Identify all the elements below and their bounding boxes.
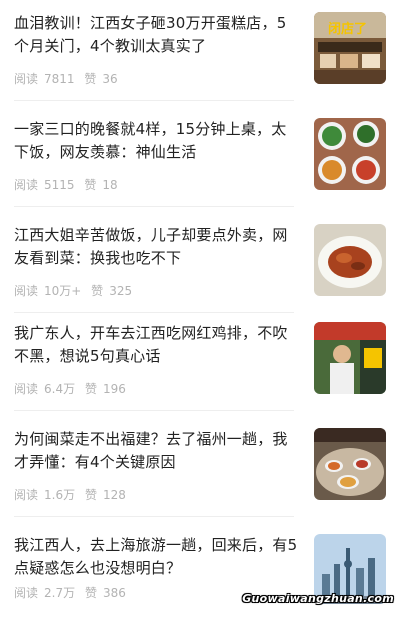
home-cooked-dish-image (314, 224, 386, 296)
article-thumbnail[interactable] (314, 224, 386, 296)
article-thumbnail[interactable] (314, 118, 386, 190)
reads-count: 7811 (44, 72, 75, 86)
dinner-dishes-image (314, 118, 386, 190)
likes-label: 赞 (84, 178, 97, 192)
divider (14, 206, 294, 207)
likes-label: 赞 (91, 284, 104, 298)
article-thumbnail[interactable] (314, 322, 386, 394)
fujian-banquet-image (314, 428, 386, 500)
reads-label: 阅读 (14, 382, 39, 396)
street-food-stall-image (314, 322, 386, 394)
likes-label: 赞 (84, 72, 97, 86)
watermark: Guowaiwangzhuan.com (242, 592, 394, 605)
article-title[interactable]: 为何闽菜走不出福建？去了福州一趟，我才弄懂：有4个关键原因 (14, 428, 300, 474)
article-title[interactable]: 血泪教训！江西女子砸30万开蛋糕店，5个月关门，4个教训太真实了 (14, 12, 300, 58)
article-thumbnail[interactable] (314, 428, 386, 500)
article-title[interactable]: 江西大姐辛苦做饭，儿子却要点外卖，网友看到菜：换我也吃不下 (14, 224, 300, 270)
likes-count: 128 (102, 488, 126, 502)
article-meta: 阅读 5115 赞 18 (14, 176, 124, 193)
article-title[interactable]: 一家三口的晚餐就4样，15分钟上桌，太下饭，网友羡慕：神仙生活 (14, 118, 300, 164)
reads-label: 阅读 (14, 72, 39, 86)
reads-count: 10万+ (44, 284, 82, 298)
article-title[interactable]: 我江西人，去上海旅游一趟，回来后，有5点疑惑怎么也没想明白？ (14, 534, 300, 580)
article-meta: 阅读 1.6万 赞 128 (14, 486, 132, 503)
divider (14, 516, 294, 517)
likes-count: 18 (102, 178, 118, 192)
reads-label: 阅读 (14, 178, 39, 192)
article-item[interactable]: 江西大姐辛苦做饭，儿子却要点外卖，网友看到菜：换我也吃不下 阅读 10万+ 赞 32… (14, 224, 386, 324)
article-item[interactable]: 为何闽菜走不出福建？去了福州一趟，我才弄懂：有4个关键原因 阅读 1.6万 赞 12… (14, 428, 386, 528)
reads-label: 阅读 (14, 488, 39, 502)
thumb-overlay-text: 闭店了 (328, 21, 367, 37)
divider (14, 312, 294, 313)
likes-label: 赞 (84, 488, 97, 502)
article-item[interactable]: 一家三口的晚餐就4样，15分钟上桌，太下饭，网友羡慕：神仙生活 阅读 5115 赞… (14, 118, 386, 218)
likes-count: 196 (102, 382, 126, 396)
reads-label: 阅读 (14, 586, 39, 600)
article-meta: 阅读 2.7万 赞 386 (14, 584, 132, 601)
likes-count: 325 (109, 284, 133, 298)
likes-count: 386 (102, 586, 126, 600)
article-item[interactable]: 血泪教训！江西女子砸30万开蛋糕店，5个月关门，4个教训太真实了 阅读 7811 … (14, 12, 386, 112)
reads-count: 2.7万 (44, 586, 76, 600)
divider (14, 410, 294, 411)
article-meta: 阅读 7811 赞 36 (14, 70, 124, 87)
divider (14, 100, 294, 101)
article-meta: 阅读 6.4万 赞 196 (14, 380, 132, 397)
article-item[interactable]: 我江西人，去上海旅游一趟，回来后，有5点疑惑怎么也没想明白？ 阅读 2.7万 赞3… (14, 534, 386, 634)
article-title[interactable]: 我广东人，开车去江西吃网红鸡排，不吹不黑，想说5句真心话 (14, 322, 300, 368)
reads-count: 6.4万 (44, 382, 76, 396)
likes-label: 赞 (84, 586, 97, 600)
likes-label: 赞 (84, 382, 97, 396)
article-thumbnail[interactable]: 闭店了 (314, 12, 386, 84)
article-meta: 阅读 10万+ 赞 325 (14, 282, 138, 299)
reads-count: 1.6万 (44, 488, 76, 502)
article-item[interactable]: 我广东人，开车去江西吃网红鸡排，不吹不黑，想说5句真心话 阅读 6.4万 赞 196 (14, 322, 386, 422)
likes-count: 36 (102, 72, 118, 86)
cake-shop-image: 闭店了 (314, 12, 386, 84)
reads-count: 5115 (44, 178, 75, 192)
reads-label: 阅读 (14, 284, 39, 298)
